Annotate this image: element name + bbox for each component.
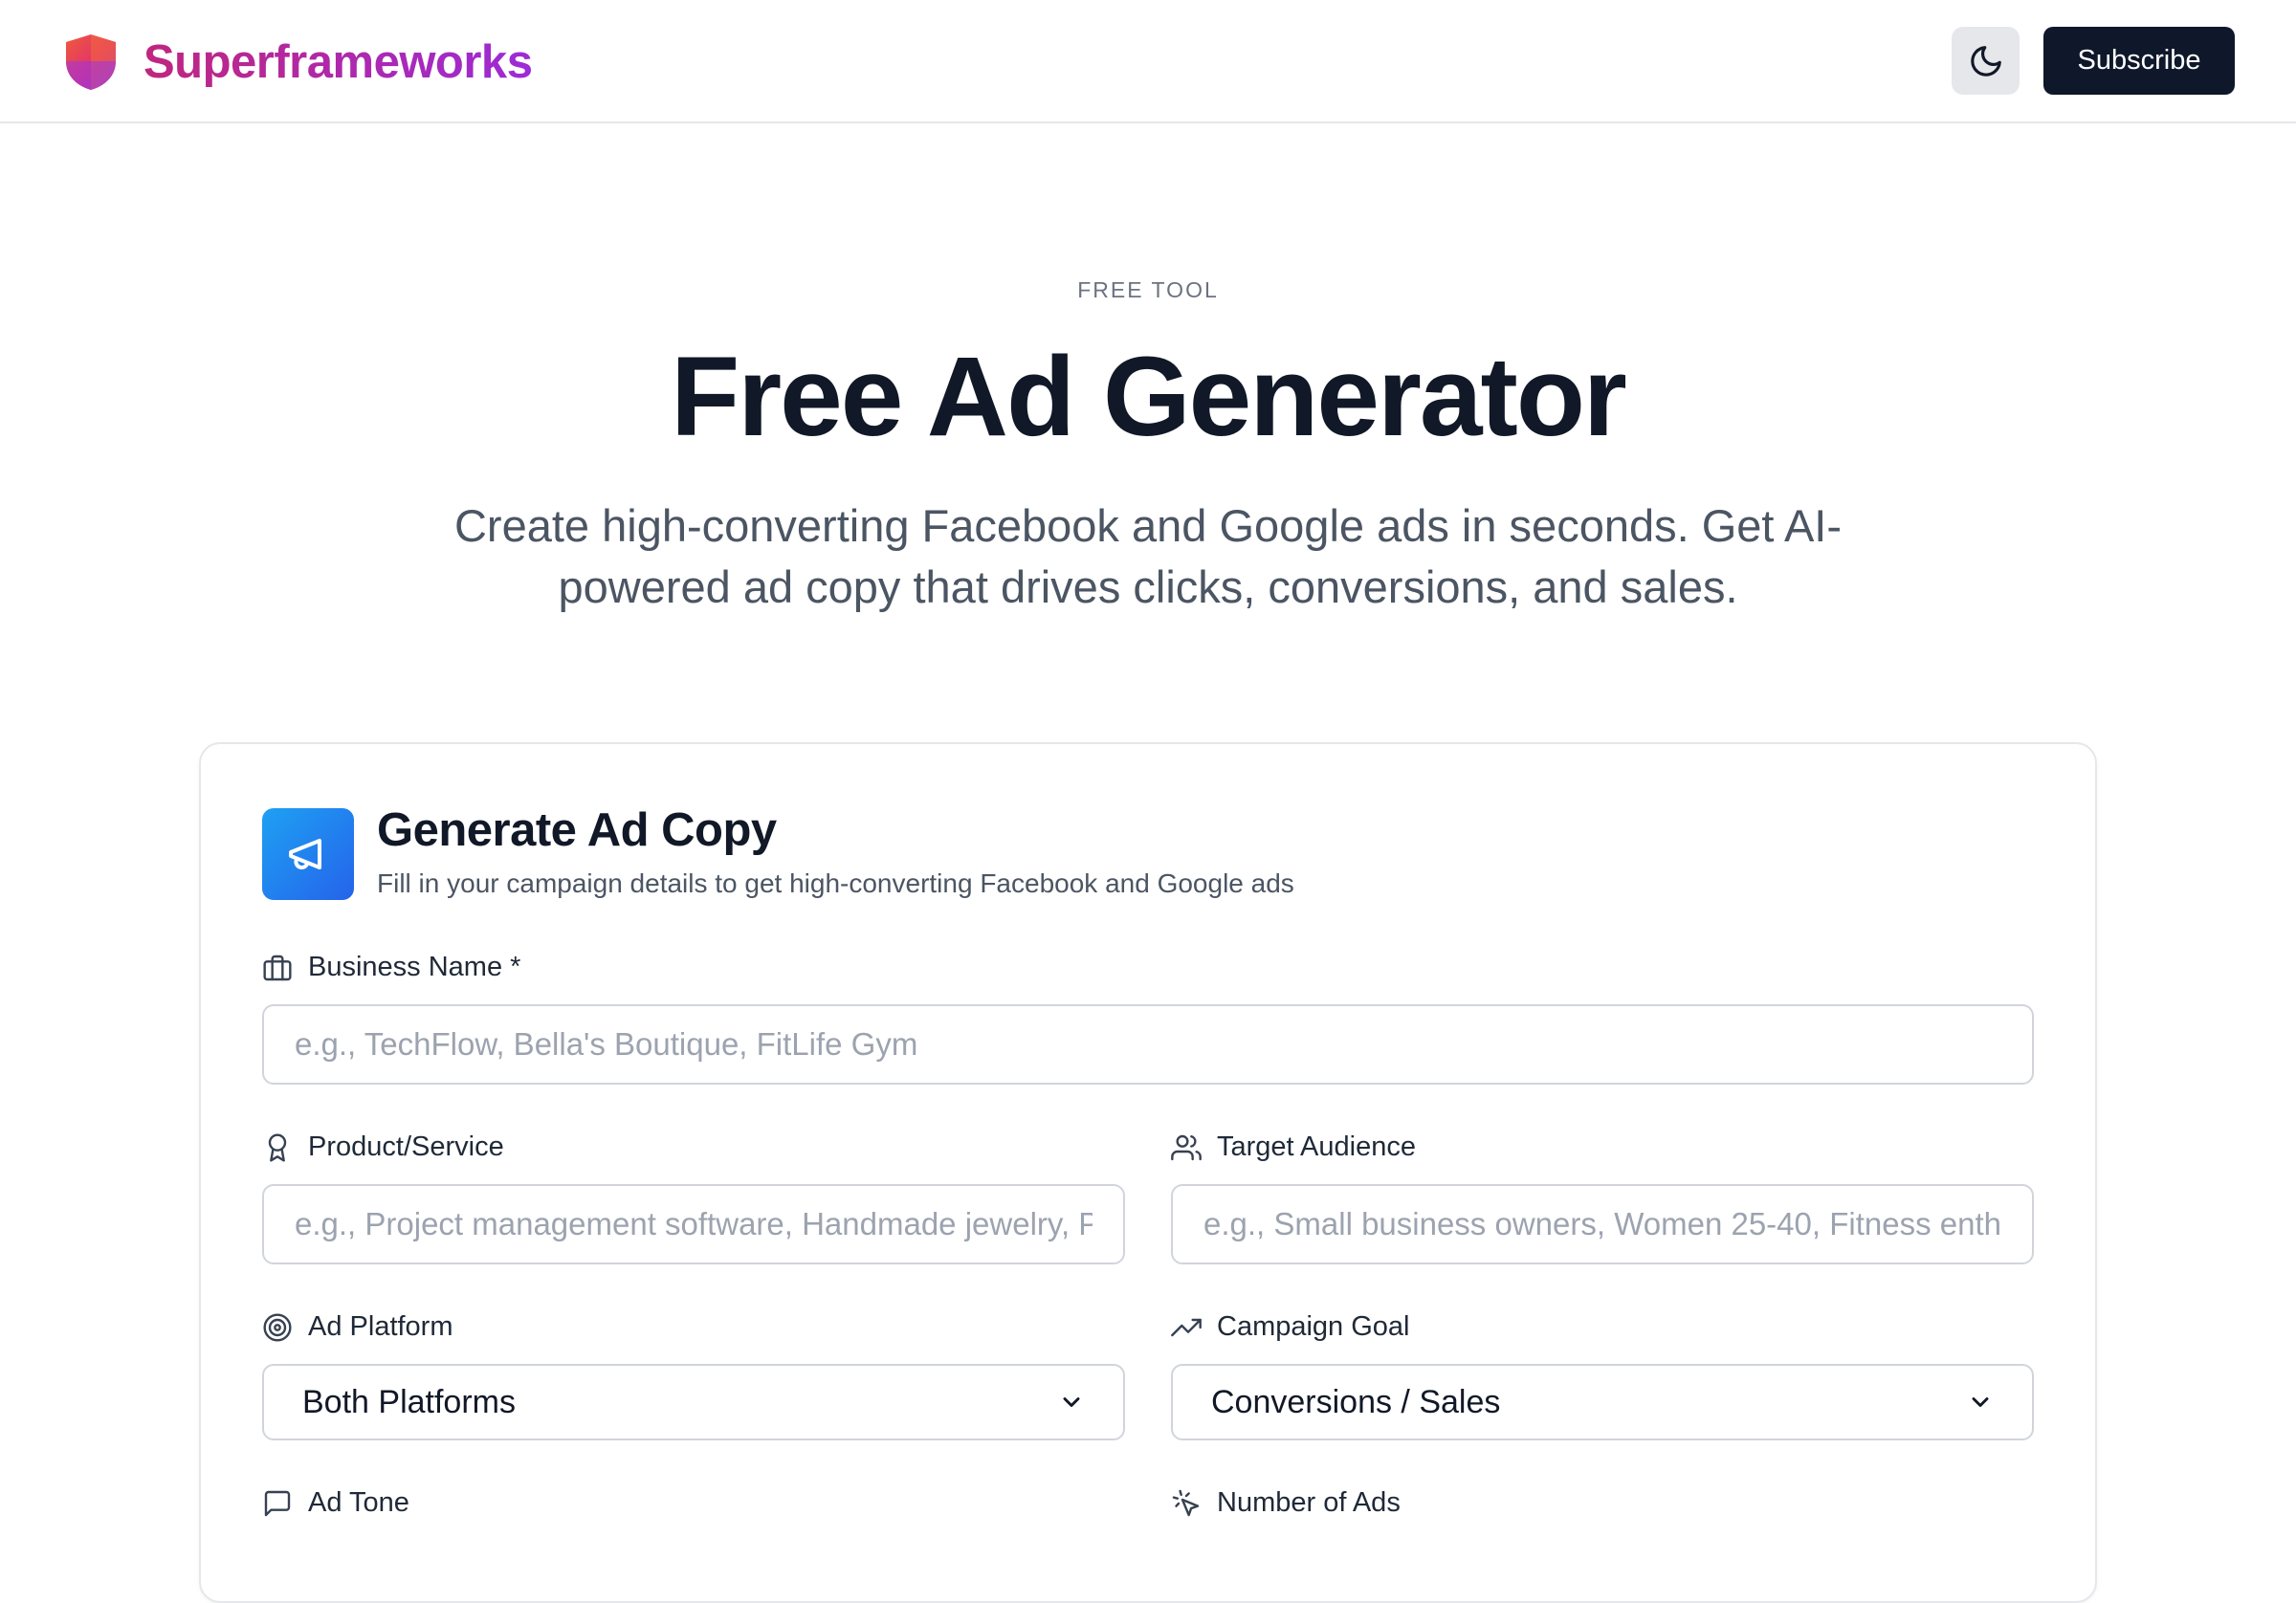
campaign-goal-select[interactable]: Conversions / Sales <box>1171 1364 2034 1440</box>
subscribe-button[interactable]: Subscribe <box>2043 27 2235 95</box>
chevron-down-icon <box>1972 1397 1989 1407</box>
product-service-label-text: Product/Service <box>308 1131 504 1162</box>
ad-tone-label: Ad Tone <box>262 1487 409 1519</box>
ad-platform-label: Ad Platform <box>262 1311 453 1343</box>
page-title: Free Ad Generator <box>671 334 1627 460</box>
hero-eyebrow: FREE TOOL <box>1077 277 1219 302</box>
moon-icon <box>1970 45 2001 77</box>
business-name-label: Business Name * <box>262 952 520 983</box>
brand-link[interactable]: Superframeworks <box>63 33 533 92</box>
megaphone-icon-badge <box>262 808 354 900</box>
megaphone-icon <box>289 839 321 869</box>
campaign-goal-label-text: Campaign Goal <box>1217 1311 1410 1342</box>
business-name-label-text: Business Name * <box>308 952 521 982</box>
message-square-icon <box>264 1490 291 1516</box>
trending-up-icon <box>1171 1318 1202 1336</box>
sparkle-pointer-icon <box>1172 1489 1200 1516</box>
hero-subtitle: Create high-converting Facebook and Goog… <box>453 500 1843 612</box>
target-audience-label: Target Audience <box>1171 1131 1416 1163</box>
ad-tone-label-text: Ad Tone <box>308 1487 409 1518</box>
form-description: Fill in your campaign details to get hig… <box>377 868 1294 898</box>
ad-platform-selected-value: Both Platforms <box>302 1383 516 1420</box>
number-of-ads-label: Number of Ads <box>1171 1487 1401 1519</box>
campaign-goal-selected-value: Conversions / Sales <box>1211 1383 1501 1420</box>
top-navbar: Superframeworks Subscribe <box>0 0 2296 123</box>
shield-icon <box>66 34 116 90</box>
target-audience-input[interactable] <box>1171 1184 2034 1264</box>
product-service-label: Product/Service <box>262 1131 504 1163</box>
form-title: Generate Ad Copy <box>377 804 777 856</box>
number-of-ads-label-text: Number of Ads <box>1217 1487 1401 1518</box>
campaign-goal-label: Campaign Goal <box>1171 1311 1410 1343</box>
award-icon <box>268 1132 287 1162</box>
ad-platform-select[interactable]: Both Platforms <box>262 1364 1125 1440</box>
target-icon <box>263 1312 292 1342</box>
ad-platform-label-text: Ad Platform <box>308 1311 453 1342</box>
product-service-input[interactable] <box>262 1184 1125 1264</box>
theme-toggle-button[interactable] <box>1952 27 2020 95</box>
users-icon <box>1171 1134 1202 1160</box>
briefcase-icon <box>263 955 292 980</box>
target-audience-label-text: Target Audience <box>1217 1131 1416 1162</box>
business-name-input[interactable] <box>262 1004 2034 1085</box>
chevron-down-icon <box>1063 1397 1080 1407</box>
brand-name: Superframeworks <box>144 36 533 88</box>
